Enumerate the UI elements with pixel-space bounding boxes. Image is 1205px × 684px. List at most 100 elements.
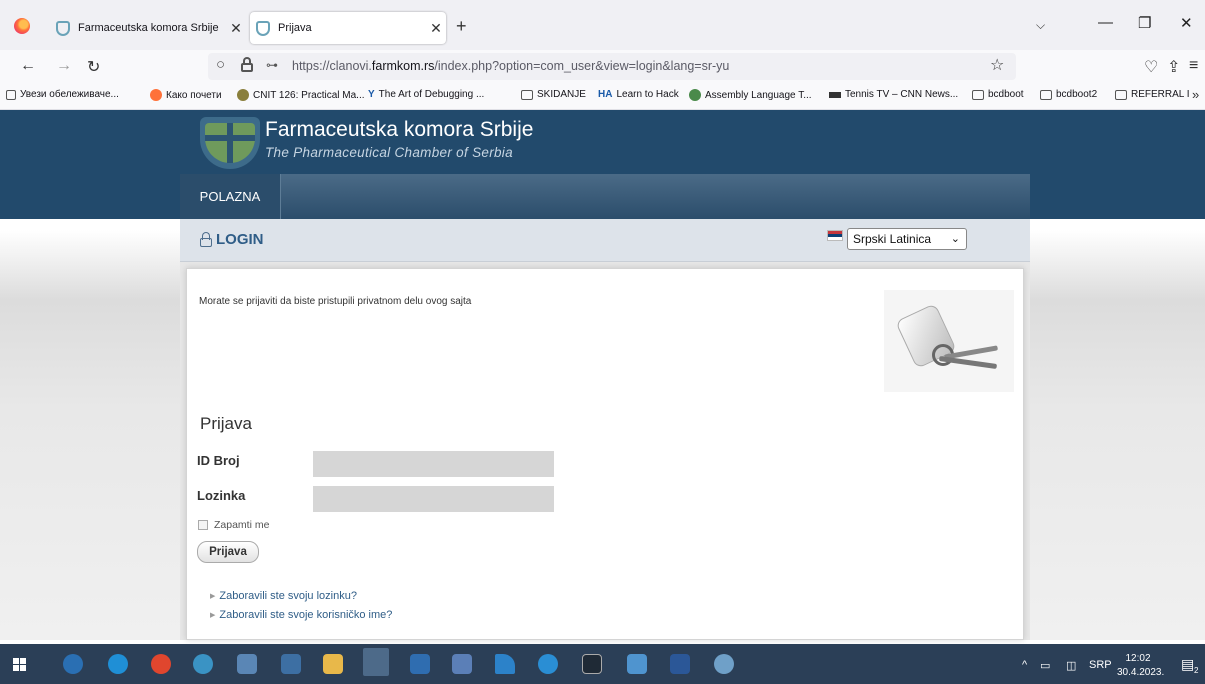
bookmark-cnit126[interactable]: CNIT 126: Practical Ma... — [237, 89, 365, 101]
word-icon[interactable] — [670, 654, 690, 674]
bookmark-site-icon — [689, 89, 701, 101]
firefox-icon[interactable] — [14, 18, 30, 34]
edge-icon[interactable] — [108, 654, 128, 674]
bookmark-star-icon[interactable]: ☆ — [990, 55, 1004, 75]
back-icon[interactable]: ← — [20, 57, 36, 75]
login-notice: Morate se prijaviti da biste pristupili … — [199, 296, 472, 307]
folder-icon — [1115, 89, 1127, 100]
bookmark-learn-to-hack[interactable]: HA Learn to Hack — [598, 89, 679, 100]
bookmark-getting-started[interactable]: Како почети — [150, 89, 222, 101]
tennis-tv-icon — [829, 91, 841, 98]
volume-icon[interactable]: ◫ — [1066, 659, 1076, 672]
bookmark-import[interactable]: Увези обележиваче... — [6, 89, 119, 100]
bookmark-skidanje[interactable]: SKIDANJE — [521, 89, 586, 100]
id-input[interactable] — [313, 451, 554, 477]
close-window-icon[interactable]: ✕ — [1180, 14, 1193, 32]
input-language[interactable]: SRP — [1089, 659, 1112, 671]
share-icon[interactable]: ⇪ — [1167, 57, 1180, 77]
import-icon — [6, 89, 16, 100]
site-favicon-icon — [56, 20, 70, 36]
language-select[interactable]: Srpski Latinica ⌄ — [847, 228, 967, 250]
terminal-icon[interactable] — [582, 654, 602, 674]
chevron-down-icon: ⌄ — [950, 233, 960, 245]
main-menu — [180, 174, 1030, 219]
password-label: Lozinka — [197, 488, 246, 503]
site-title[interactable]: Farmaceutska komora Srbije — [265, 118, 533, 142]
tab-label: Prijava — [278, 22, 312, 34]
bookmark-art-of-debugging[interactable]: Y The Art of Debugging ... — [368, 89, 484, 100]
forward-icon[interactable]: → — [56, 57, 72, 75]
save-disk-icon[interactable] — [452, 654, 472, 674]
folder-icon — [972, 89, 984, 100]
notifications-icon[interactable]: ▤ — [1181, 656, 1194, 673]
notepad-app-icon[interactable] — [627, 654, 647, 674]
lock-icon — [200, 232, 212, 247]
chevron-down-icon[interactable]: ⌵ — [1036, 18, 1045, 33]
new-tab-icon[interactable]: + — [456, 16, 467, 37]
close-tab-icon[interactable]: ✕ — [426, 20, 446, 37]
folder-icon — [521, 89, 533, 100]
tab-label: Farmaceutska komora Srbije — [78, 22, 219, 34]
keys-image — [884, 290, 1014, 392]
forgot-username-link[interactable]: ▶ Zaboravili ste svoje korisničko ime? — [210, 609, 392, 621]
folder-icon — [1040, 89, 1052, 100]
bookmark-tennis-tv[interactable]: Tennis TV – CNN News... — [829, 89, 958, 100]
device-manager-icon[interactable] — [237, 654, 257, 674]
triangle-bullet-icon: ▶ — [210, 593, 216, 600]
tab-farmaceutska-komora[interactable]: Farmaceutska komora Srbije ✕ — [50, 12, 246, 44]
menu-item-polazna[interactable]: POLAZNA — [180, 174, 281, 219]
login-submit-button[interactable]: Prijava — [197, 541, 259, 563]
forgot-password-link[interactable]: ▶ Zaboravili ste svoju lozinku? — [210, 590, 357, 602]
firefox-icon — [150, 89, 162, 101]
tab-prijava[interactable]: Prijava ✕ — [250, 12, 446, 44]
reload-icon[interactable]: ↻ — [87, 57, 100, 77]
pocket-icon[interactable]: ♡ — [1144, 57, 1158, 77]
permissions-key-icon[interactable]: ⊶ — [266, 58, 278, 72]
menu-icon[interactable]: ≡ — [1189, 57, 1198, 75]
url-text[interactable]: https://clanovi.farmkom.rs/index.php?opt… — [292, 59, 729, 73]
network-icon[interactable]: ▭ — [1040, 659, 1050, 672]
internet-explorer-icon[interactable] — [63, 654, 83, 674]
login-title: LOGIN — [216, 231, 264, 248]
file-explorer-icon[interactable] — [323, 654, 343, 674]
clock-time: 12:02 — [1125, 653, 1151, 664]
bookmark-site-icon — [237, 89, 249, 101]
remember-me-label: Zapamti me — [214, 519, 270, 531]
hack-site-icon: HA — [598, 89, 613, 100]
start-icon[interactable] — [13, 658, 26, 671]
tray-chevron-icon[interactable]: ^ — [1022, 659, 1027, 671]
opera-icon[interactable] — [151, 654, 171, 674]
bookmark-bcdboot[interactable]: bcdboot — [972, 89, 1024, 100]
password-input[interactable] — [313, 486, 554, 512]
calculator-icon[interactable] — [281, 654, 301, 674]
upload-app-icon[interactable] — [538, 654, 558, 674]
site-subtitle: The Pharmaceutical Chamber of Serbia — [265, 145, 513, 160]
clock-date: 30.4.2023. — [1117, 667, 1165, 678]
remember-me[interactable]: Zapamti me — [198, 519, 269, 531]
form-heading: Prijava — [200, 414, 252, 433]
serbian-flag-icon — [827, 230, 843, 241]
triangle-bullet-icon: ▶ — [210, 612, 216, 619]
powershell-icon[interactable] — [410, 654, 430, 674]
lock-icon[interactable] — [241, 57, 253, 72]
y-combinator-icon: Y — [368, 89, 375, 100]
minimize-icon[interactable]: — — [1098, 14, 1113, 31]
notification-count: 2 — [1194, 666, 1199, 675]
chamber-logo-icon[interactable] — [200, 117, 260, 169]
close-tab-icon[interactable]: ✕ — [226, 20, 246, 37]
site-header — [0, 110, 1205, 174]
bookmark-referral[interactable]: REFERRAL I — [1115, 89, 1190, 100]
tracking-shield-icon[interactable]: ○ — [216, 56, 225, 73]
bookmark-bcdboot2[interactable]: bcdboot2 — [1040, 89, 1097, 100]
remember-me-checkbox[interactable] — [198, 520, 208, 530]
network-app-icon[interactable] — [193, 654, 213, 674]
more-bookmarks-icon[interactable]: » — [1192, 87, 1199, 102]
language-selected-value: Srpski Latinica — [853, 232, 932, 246]
id-label: ID Broj — [197, 453, 240, 468]
site-favicon-icon — [256, 20, 270, 36]
paint-icon[interactable] — [714, 654, 734, 674]
firefox-taskbar-icon[interactable] — [363, 648, 389, 676]
restore-icon[interactable]: ❐ — [1138, 14, 1151, 32]
bookmark-assembly-language[interactable]: Assembly Language T... — [689, 89, 812, 101]
clock[interactable]: 12:02 30.4.2023. — [1117, 652, 1165, 680]
